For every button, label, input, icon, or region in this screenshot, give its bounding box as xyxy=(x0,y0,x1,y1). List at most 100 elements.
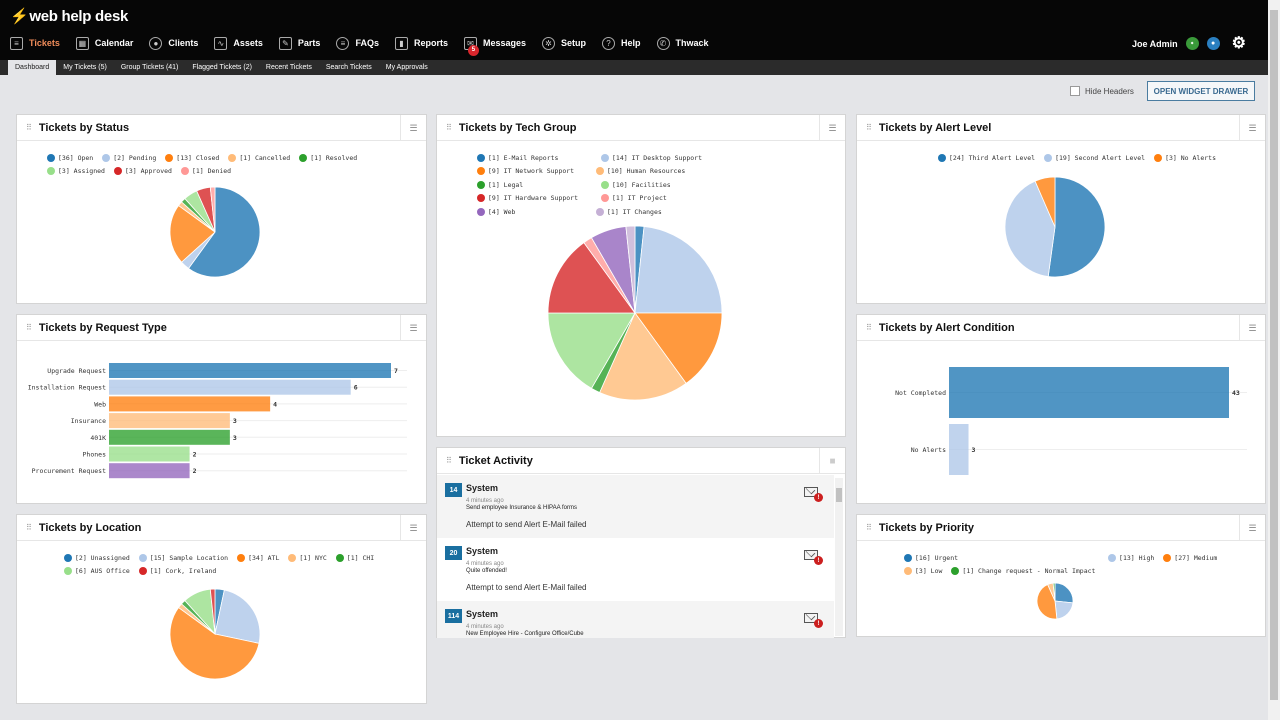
legend-item[interactable]: [3] Assigned xyxy=(47,165,105,179)
ticket-number-badge[interactable]: 14 xyxy=(445,483,462,497)
legend-item[interactable]: [9] IT Hardware Support xyxy=(477,192,592,206)
tab-dashboard[interactable]: Dashboard xyxy=(8,60,57,75)
nav-reports[interactable]: ▮ Reports xyxy=(394,36,448,50)
legend-item[interactable]: [13] High xyxy=(1108,551,1154,565)
legend-item[interactable]: [19] Second Alert Level xyxy=(1044,151,1145,165)
legend-item[interactable]: [27] Medium xyxy=(1163,551,1217,565)
nav-calendar[interactable]: ▦ Calendar xyxy=(75,36,133,50)
email-alert-icon[interactable]: ! xyxy=(804,487,823,502)
widget-header[interactable]: ⠿ Tickets by Alert Level ☰ xyxy=(857,115,1265,141)
legend-item[interactable]: [24] Third Alert Level xyxy=(938,151,1035,165)
legend-item[interactable]: [9] IT Network Support xyxy=(477,165,587,179)
legend-item[interactable]: [1] IT Changes xyxy=(596,205,711,219)
nav-clients[interactable]: ● Clients xyxy=(149,36,198,50)
logo[interactable]: ⚡ web help desk xyxy=(10,6,128,26)
legend-item[interactable]: [10] Human Resources xyxy=(596,165,711,179)
widget-menu-icon[interactable]: ☰ xyxy=(400,515,426,541)
legend-item[interactable]: [1] IT Project xyxy=(601,192,716,206)
widget-header[interactable]: ⠿ Ticket Activity ■ xyxy=(437,448,845,474)
nav-messages[interactable]: ✉ Messages 5 xyxy=(463,36,526,56)
profile-icon[interactable]: ● xyxy=(1206,37,1220,50)
activity-scrollbar-thumb[interactable] xyxy=(836,488,842,502)
legend-item[interactable]: [2] Pending xyxy=(102,151,156,165)
tab-my-approvals[interactable]: My Approvals xyxy=(379,60,435,75)
legend-item[interactable]: [2] Unassigned xyxy=(64,551,130,565)
email-alert-icon[interactable]: ! xyxy=(804,550,823,565)
pie-slice-high[interactable] xyxy=(1054,600,1073,619)
widget-header[interactable]: ⠿ Tickets by Priority ☰ xyxy=(857,515,1265,541)
legend-item[interactable]: [36] Open xyxy=(47,151,93,165)
drag-handle-icon[interactable]: ⠿ xyxy=(866,323,872,332)
legend-item[interactable]: [34] ATL xyxy=(237,551,279,565)
tab-search-tickets[interactable]: Search Tickets xyxy=(319,60,379,75)
ticket-number-badge[interactable]: 20 xyxy=(445,546,462,560)
activity-subject[interactable]: New Employee Hire - Configure Office/Cub… xyxy=(466,631,584,637)
widget-menu-icon[interactable]: ☰ xyxy=(1239,115,1265,141)
bar-401k[interactable] xyxy=(109,429,230,445)
legend-item[interactable]: [1] Cork, Ireland xyxy=(138,565,216,579)
bar-web[interactable] xyxy=(109,396,271,412)
bar-no-alerts[interactable] xyxy=(949,424,969,475)
pie-slice-it-desktop-support[interactable] xyxy=(634,226,722,314)
legend-item[interactable]: [1] E-Mail Reports xyxy=(477,151,592,165)
bar-procurement-request[interactable] xyxy=(109,463,190,479)
legend-item[interactable]: [10] Facilities xyxy=(601,178,711,192)
widget-menu-icon[interactable]: ■ xyxy=(819,448,845,474)
bar-installation-request[interactable] xyxy=(109,379,351,395)
settings-gear-icon[interactable]: ⚙ xyxy=(1232,36,1246,52)
widget-header[interactable]: ⠿ Tickets by Alert Condition ☰ xyxy=(857,315,1265,341)
legend-item[interactable]: [1] Resolved xyxy=(299,151,357,165)
tab-flagged-tickets-2[interactable]: Flagged Tickets (2) xyxy=(185,60,259,75)
activity-scrollbar[interactable] xyxy=(835,478,843,636)
legend-item[interactable]: [1] Cancelled xyxy=(228,151,290,165)
legend-item[interactable]: [1] Legal xyxy=(477,178,592,192)
activity-item[interactable]: 114 System 4 minutes ago New Employee Hire … xyxy=(437,601,834,638)
widget-menu-icon[interactable]: ☰ xyxy=(400,115,426,141)
hide-headers-toggle[interactable]: Hide Headers xyxy=(1070,86,1134,96)
tab-recent-tickets[interactable]: Recent Tickets xyxy=(259,60,319,75)
pie-slice-urgent[interactable] xyxy=(1054,583,1073,604)
legend-item[interactable]: [3] No Alerts xyxy=(1154,151,1216,165)
tab-my-tickets-5[interactable]: My Tickets (5) xyxy=(56,60,114,75)
bar-phones[interactable] xyxy=(109,446,190,462)
widget-header[interactable]: ⠿ Tickets by Request Type ☰ xyxy=(17,315,426,341)
activity-subject[interactable]: Send employee Insurance & HIPAA forms xyxy=(466,505,577,511)
legend-item[interactable]: [13] Closed xyxy=(165,151,219,165)
drag-handle-icon[interactable]: ⠿ xyxy=(26,123,32,132)
drag-handle-icon[interactable]: ⠿ xyxy=(26,323,32,332)
widget-menu-icon[interactable]: ☰ xyxy=(1239,315,1265,341)
ticket-number-badge[interactable]: 114 xyxy=(445,609,462,623)
legend-item[interactable]: [6] AUS Office xyxy=(64,565,130,579)
nav-thwack[interactable]: ✆ Thwack xyxy=(656,36,709,50)
user-name[interactable]: Joe Admin xyxy=(1132,39,1178,49)
drag-handle-icon[interactable]: ⠿ xyxy=(26,523,32,532)
activity-item[interactable]: 20 System 4 minutes ago Quite offended! Atte… xyxy=(437,538,834,601)
nav-setup[interactable]: ✲ Setup xyxy=(542,36,586,50)
nav-tickets[interactable]: ≡ Tickets xyxy=(10,36,60,50)
nav-help[interactable]: ? Help xyxy=(602,36,641,50)
legend-item[interactable]: [4] Web xyxy=(477,205,587,219)
legend-item[interactable]: [1] NYC xyxy=(288,551,327,565)
bar-insurance[interactable] xyxy=(109,413,230,429)
widget-menu-icon[interactable]: ☰ xyxy=(1239,515,1265,541)
bar-not-completed[interactable] xyxy=(949,367,1229,418)
bar-upgrade-request[interactable] xyxy=(109,363,391,378)
drag-handle-icon[interactable]: ⠿ xyxy=(446,456,452,465)
drag-handle-icon[interactable]: ⠿ xyxy=(446,123,452,132)
widget-header[interactable]: ⠿ Tickets by Location ☰ xyxy=(17,515,426,541)
legend-item[interactable]: [16] Urgent xyxy=(904,551,958,565)
widget-menu-icon[interactable]: ☰ xyxy=(400,315,426,341)
nav-faqs[interactable]: ≡ FAQs xyxy=(336,36,379,50)
page-scrollbar-thumb[interactable] xyxy=(1270,10,1278,700)
pie-slice-third-alert-level[interactable] xyxy=(1047,177,1105,277)
email-alert-icon[interactable]: ! xyxy=(804,613,823,628)
widget-header[interactable]: ⠿ Tickets by Tech Group ☰ xyxy=(437,115,845,141)
page-scrollbar[interactable] xyxy=(1268,0,1280,720)
open-widget-drawer-button[interactable]: OPEN WIDGET DRAWER xyxy=(1147,81,1255,101)
tab-group-tickets-41[interactable]: Group Tickets (41) xyxy=(114,60,186,75)
nav-assets[interactable]: ∿ Assets xyxy=(214,36,263,50)
legend-item[interactable]: [3] Low xyxy=(904,565,942,579)
activity-subject[interactable]: Quite offended! xyxy=(466,568,507,574)
nav-parts[interactable]: ✎ Parts xyxy=(278,36,320,50)
drag-handle-icon[interactable]: ⠿ xyxy=(866,123,872,132)
